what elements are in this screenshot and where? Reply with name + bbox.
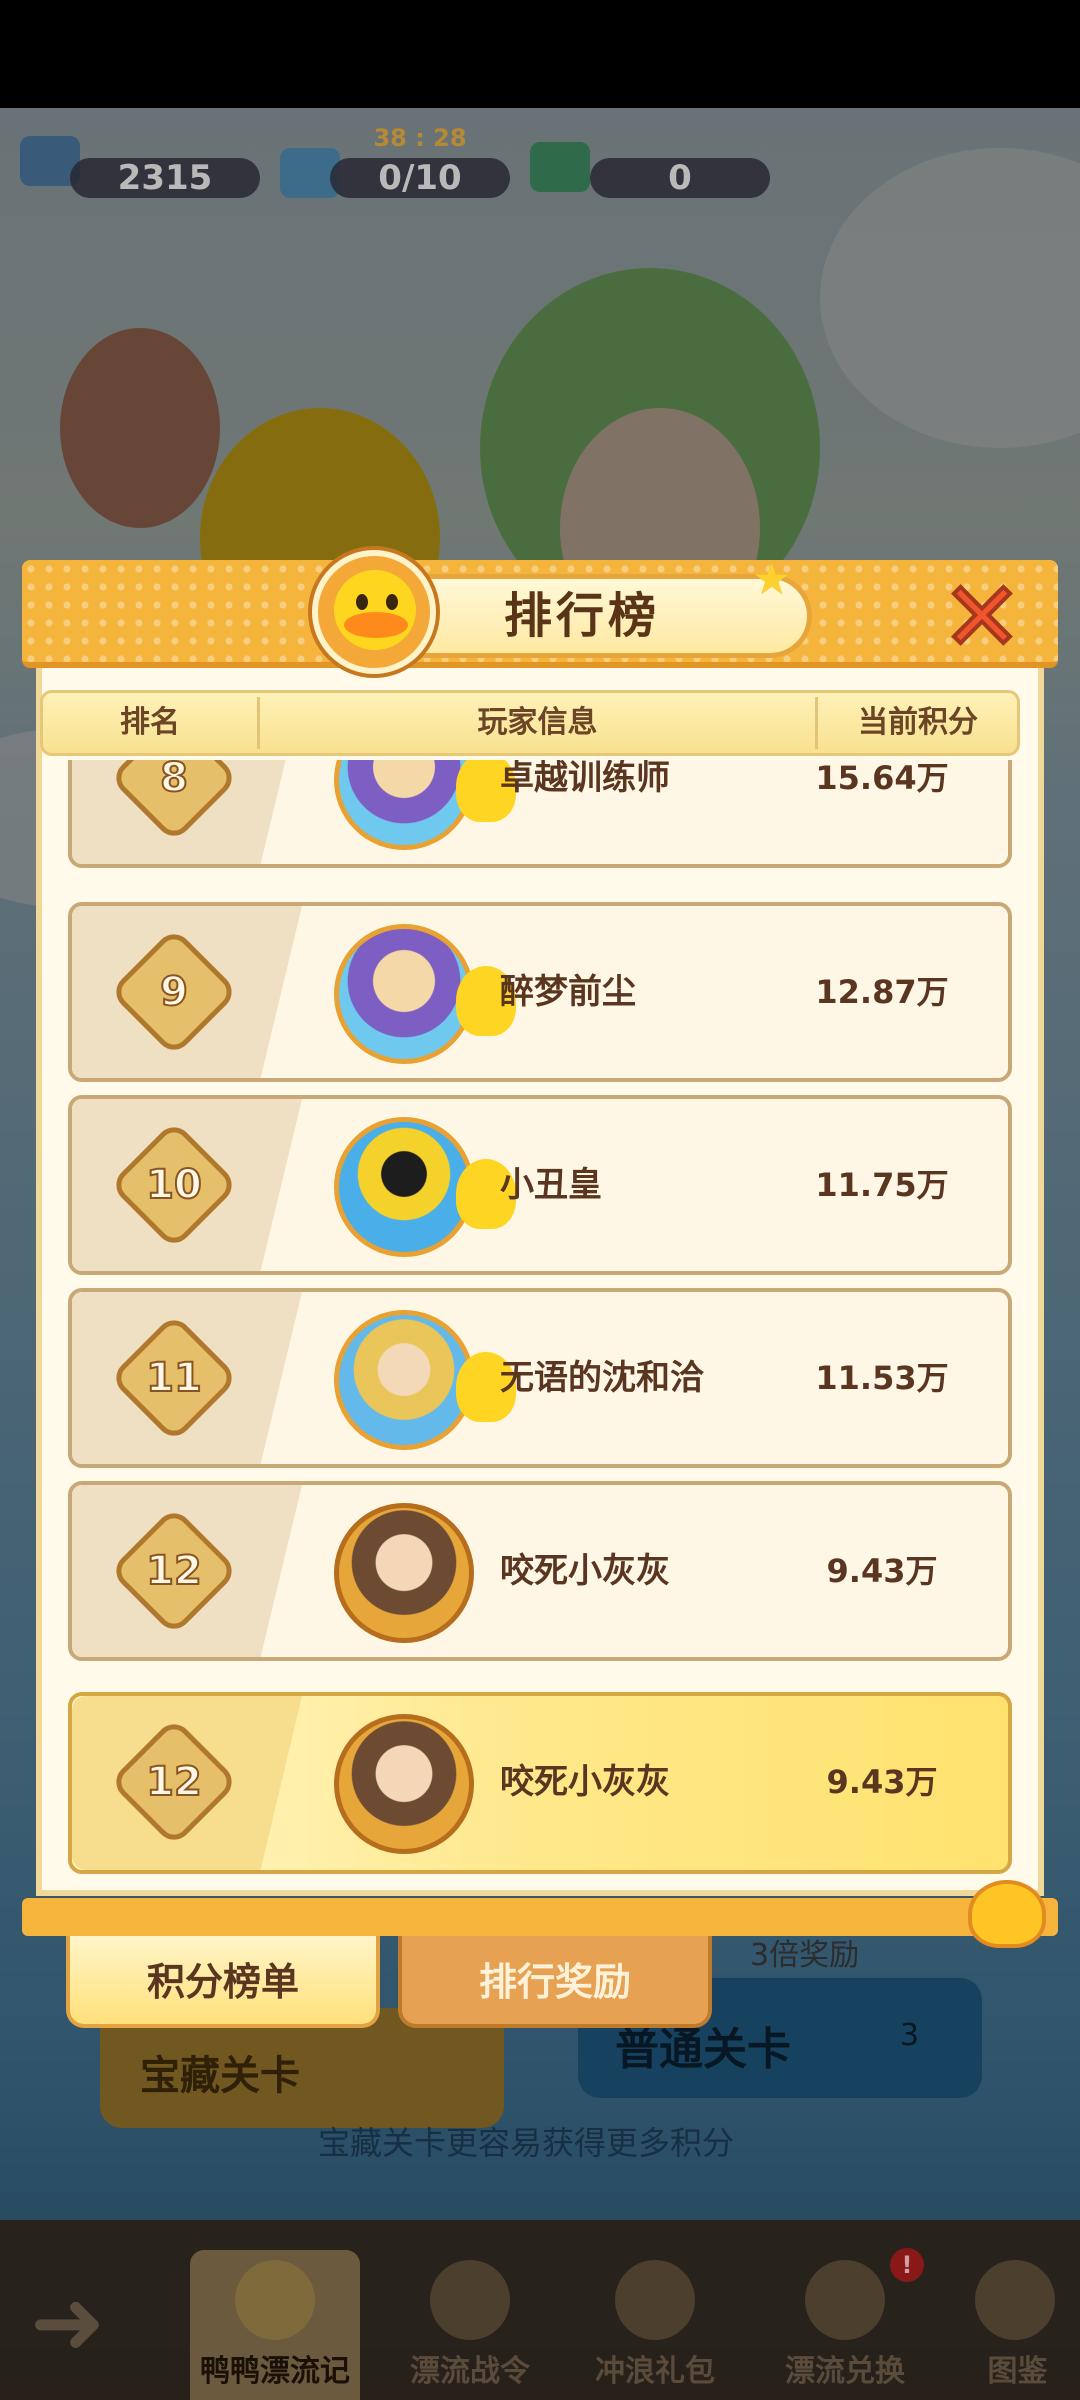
back-arrow-icon[interactable]: ➜ [30, 2270, 105, 2375]
player-score: 11.75万 [815, 1166, 949, 1204]
player-score: 12.87万 [815, 973, 949, 1011]
nav-label: 冲浪礼包 [595, 2354, 715, 2389]
avatar [334, 1714, 474, 1854]
close-button[interactable]: ✕ [934, 567, 1030, 667]
table-header: 排名 玩家信息 当前积分 [40, 690, 1020, 756]
player-score: 9.43万 [826, 1552, 938, 1590]
avatar [334, 760, 474, 850]
nav-label: 漂流兑换 [785, 2354, 905, 2389]
list-item[interactable]: 12 咬死小灰灰 9.43万 [68, 1481, 1012, 1661]
player-score: 9.43万 [826, 1763, 938, 1801]
nav-item-collection[interactable]: 图鉴 [955, 2250, 1080, 2400]
player-name: 咬死小灰灰 [500, 1762, 670, 1802]
status-bar [0, 0, 1080, 108]
tab-rank-rewards[interactable]: 排行奖励 [398, 1936, 712, 2028]
rank-number: 9 [159, 968, 189, 1016]
rank-number: 12 [145, 1547, 203, 1595]
list-item[interactable]: 9 醉梦前尘 12.87万 [68, 902, 1012, 1082]
duck-corner-icon [968, 1880, 1046, 1948]
nav-label: 图鉴 [987, 2354, 1048, 2389]
rank-number: 10 [145, 1161, 203, 1209]
player-score: 15.64万 [815, 760, 949, 797]
rank-number: 8 [159, 760, 189, 802]
list-item[interactable]: 10 小丑皇 11.75万 [68, 1095, 1012, 1275]
card-icon [530, 142, 590, 192]
player-name: 醉梦前尘 [500, 972, 636, 1012]
collection-icon [975, 2260, 1055, 2340]
duck-icon [235, 2260, 315, 2340]
column-rank: 排名 [120, 705, 180, 740]
gem-counter: 2315 [70, 158, 260, 198]
player-name: 咬死小灰灰 [500, 1551, 670, 1591]
avatar [334, 1310, 474, 1450]
card-counter: 0 [590, 158, 770, 198]
battle-pass-icon [430, 2260, 510, 2340]
avatar [334, 1117, 474, 1257]
avatar [334, 1503, 474, 1643]
rank-number: 11 [145, 1354, 203, 1402]
nav-item-surf-pack[interactable]: 冲浪礼包 [570, 2250, 740, 2400]
nav-label: 鸭鸭漂流记 [200, 2354, 350, 2389]
list-item[interactable]: 11 无语的沈和洽 11.53万 [68, 1288, 1012, 1468]
column-player: 玩家信息 [477, 705, 598, 740]
player-name: 卓越训练师 [500, 760, 670, 798]
ticket-counter: 0/10 [330, 158, 510, 198]
nav-item-duck-drift[interactable]: 鸭鸭漂流记 [190, 2250, 360, 2400]
rank-number: 12 [145, 1758, 203, 1806]
bottom-nav: ➜ 鸭鸭漂流记 漂流战令 冲浪礼包 漂流兑换 ! 图鉴 [0, 2220, 1080, 2400]
star-icon: ★ [752, 554, 792, 605]
nav-item-exchange[interactable]: 漂流兑换 ! [760, 2248, 930, 2400]
player-score: 11.53万 [815, 1359, 949, 1397]
gift-icon [615, 2260, 695, 2340]
nav-label: 漂流战令 [410, 2354, 530, 2389]
player-name: 小丑皇 [500, 1165, 602, 1205]
event-timer: 38 : 28 [373, 124, 467, 152]
exchange-icon [805, 2260, 885, 2340]
nav-item-battle-pass[interactable]: 漂流战令 [385, 2250, 555, 2400]
list-item[interactable]: 8 卓越训练师 15.64万 [68, 760, 1012, 868]
column-score: 当前积分 [858, 705, 978, 740]
top-hud: 2315 38 : 28 0/10 0 [0, 108, 1080, 208]
panel-header: 排行榜 ★ ✕ [22, 550, 1058, 674]
tab-score-ranking[interactable]: 积分榜单 [66, 1936, 380, 2028]
avatar [334, 924, 474, 1064]
self-rank-row: 12 咬死小灰灰 9.43万 [68, 1692, 1012, 1874]
player-name: 无语的沈和洽 [500, 1358, 704, 1398]
panel-footer [22, 1898, 1058, 1936]
duck-logo-icon [312, 550, 436, 674]
notification-badge: ! [890, 2248, 924, 2282]
